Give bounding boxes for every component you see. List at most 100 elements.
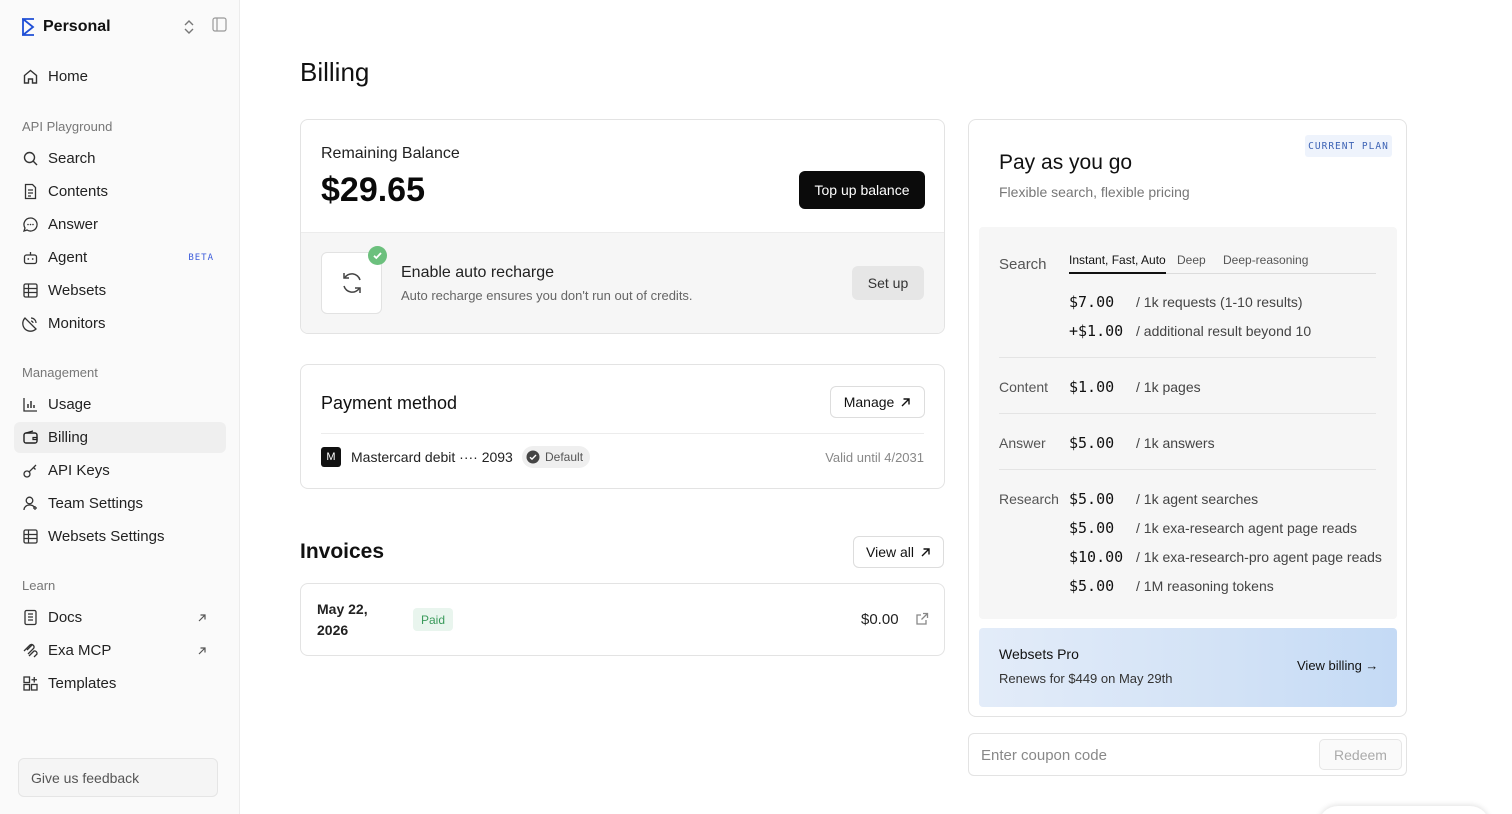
wallet-icon bbox=[23, 430, 38, 444]
divider bbox=[321, 433, 924, 434]
price-description: / 1k agent searches bbox=[1136, 491, 1259, 507]
sidebar-item-answer[interactable]: Answer bbox=[14, 209, 226, 240]
external-link-icon bbox=[198, 646, 206, 654]
workspace-switcher[interactable]: Personal bbox=[20, 16, 230, 38]
price-value: +$1.00 bbox=[1069, 322, 1124, 340]
chat-icon bbox=[22, 217, 38, 233]
exa-logo-icon bbox=[22, 18, 35, 36]
price-description: / 1k exa-research agent page reads bbox=[1136, 520, 1358, 536]
chat-widget[interactable] bbox=[1318, 806, 1490, 814]
section-label-management: Management bbox=[22, 365, 98, 380]
open-external-icon[interactable] bbox=[915, 612, 929, 626]
sidebar-item-label: API Keys bbox=[48, 462, 110, 479]
check-circle-icon bbox=[526, 450, 540, 464]
view-all-invoices-button[interactable]: View all bbox=[853, 536, 944, 568]
search-icon bbox=[23, 151, 38, 166]
websets-pro-banner: Websets Pro Renews for $449 on May 29th … bbox=[979, 628, 1397, 707]
sidebar-item-api-keys[interactable]: API Keys bbox=[14, 455, 226, 486]
price-description: / additional result beyond 10 bbox=[1136, 323, 1312, 339]
invoice-status-badge: Paid bbox=[413, 608, 453, 631]
feedback-button[interactable]: Give us feedback bbox=[18, 758, 218, 797]
sidebar-item-usage[interactable]: Usage bbox=[14, 389, 226, 420]
sidebar-item-docs[interactable]: Docs bbox=[14, 602, 226, 633]
check-icon bbox=[368, 246, 387, 265]
sidebar-item-label: Websets bbox=[48, 282, 107, 299]
plan-card: CURRENT PLAN Pay as you go Flexible sear… bbox=[968, 119, 1407, 717]
sidebar-item-websets-settings[interactable]: Websets Settings bbox=[14, 521, 226, 552]
divider bbox=[999, 413, 1376, 414]
sidebar-item-label: Billing bbox=[48, 429, 89, 446]
pricing-label-research: Research bbox=[999, 491, 1059, 507]
tab-instant-fast-auto[interactable]: Instant, Fast, Auto bbox=[1069, 253, 1166, 274]
arrow-up-right-icon bbox=[921, 547, 930, 556]
invoice-row[interactable]: May 22, 2026 Paid $0.00 bbox=[300, 583, 945, 656]
price-value: $5.00 bbox=[1069, 490, 1115, 508]
invoice-date: May 22, 2026 bbox=[317, 601, 368, 638]
chevron-up-down-icon[interactable] bbox=[182, 18, 196, 36]
page-title: Billing bbox=[300, 57, 370, 87]
robot-icon bbox=[23, 252, 38, 265]
set-up-button[interactable]: Set up bbox=[852, 266, 924, 300]
auto-recharge-title: Enable auto recharge bbox=[401, 264, 554, 281]
card-valid-until: Valid until 4/2031 bbox=[825, 450, 924, 465]
pricing-table: Search Instant, Fast, Auto Deep Deep-rea… bbox=[979, 227, 1397, 619]
price-description: / 1M reasoning tokens bbox=[1136, 578, 1274, 594]
sidebar-item-search[interactable]: Search bbox=[14, 143, 226, 174]
sidebar-item-agent[interactable]: Agent BETA bbox=[14, 242, 226, 273]
sidebar-item-contents[interactable]: Contents bbox=[14, 176, 226, 207]
book-icon bbox=[24, 609, 37, 626]
workspace-name: Personal bbox=[43, 18, 111, 35]
pricing-label-answer: Answer bbox=[999, 435, 1046, 451]
card-name: Mastercard debit ···· 2093 bbox=[351, 449, 513, 465]
tab-deep[interactable]: Deep bbox=[1177, 253, 1206, 274]
sidebar-item-monitors[interactable]: Monitors bbox=[14, 308, 226, 339]
coupon-code-input[interactable] bbox=[981, 744, 1301, 766]
invoices-title: Invoices bbox=[300, 540, 385, 563]
sidebar-item-billing[interactable]: Billing bbox=[14, 422, 226, 453]
view-all-label: View all bbox=[866, 544, 914, 560]
payment-method-card: Payment method Manage M Mastercard debit… bbox=[300, 364, 945, 489]
sidebar-item-label: Contents bbox=[48, 183, 109, 200]
sidebar: Personal Home API Playground Search Cont… bbox=[0, 0, 240, 814]
top-up-balance-button[interactable]: Top up balance bbox=[799, 171, 925, 209]
sidebar-item-label: Usage bbox=[48, 396, 92, 413]
bar-chart-icon bbox=[23, 398, 37, 412]
price-description: / 1k pages bbox=[1136, 379, 1201, 395]
sidebar-item-label: Exa MCP bbox=[48, 642, 112, 659]
refresh-icon bbox=[342, 273, 361, 293]
sidebar-item-label: Search bbox=[48, 150, 96, 167]
sidebar-item-websets[interactable]: Websets bbox=[14, 275, 226, 306]
key-icon bbox=[23, 464, 37, 478]
redeem-button[interactable]: Redeem bbox=[1319, 739, 1402, 770]
sidebar-item-label: Docs bbox=[48, 609, 83, 626]
view-billing-link[interactable]: View billing → bbox=[1297, 658, 1378, 673]
divider bbox=[999, 469, 1376, 470]
manage-label: Manage bbox=[843, 394, 895, 410]
templates-icon bbox=[23, 676, 38, 691]
sidebar-item-exa-mcp[interactable]: Exa MCP bbox=[14, 635, 226, 666]
auto-recharge-section: Enable auto recharge Auto recharge ensur… bbox=[301, 232, 944, 333]
sidebar-collapse-icon[interactable] bbox=[212, 17, 227, 32]
price-value: $10.00 bbox=[1069, 548, 1124, 566]
section-label-learn: Learn bbox=[22, 578, 56, 593]
arrow-up-right-icon bbox=[901, 397, 910, 406]
balance-card: Remaining Balance $29.65 Top up balance … bbox=[300, 119, 945, 334]
sidebar-item-team-settings[interactable]: Team Settings bbox=[14, 488, 226, 519]
websets-pro-title: Websets Pro bbox=[999, 646, 1079, 662]
price-value: $5.00 bbox=[1069, 519, 1115, 537]
price-description: / 1k requests (1-10 results) bbox=[1136, 294, 1303, 310]
table-icon bbox=[23, 529, 38, 544]
sidebar-item-home[interactable]: Home bbox=[14, 61, 226, 92]
price-value: $7.00 bbox=[1069, 293, 1115, 311]
manage-button[interactable]: Manage bbox=[830, 386, 925, 418]
pricing-label-content: Content bbox=[999, 379, 1049, 395]
tab-deep-reasoning[interactable]: Deep-reasoning bbox=[1223, 253, 1308, 274]
payment-method-title: Payment method bbox=[321, 393, 458, 413]
price-value: $5.00 bbox=[1069, 577, 1115, 595]
sidebar-item-label: Team Settings bbox=[48, 495, 144, 512]
price-value: $1.00 bbox=[1069, 378, 1115, 396]
plan-subtitle: Flexible search, flexible pricing bbox=[999, 184, 1190, 200]
sidebar-item-templates[interactable]: Templates bbox=[14, 668, 226, 699]
sidebar-item-label: Agent bbox=[48, 249, 88, 266]
default-label: Default bbox=[545, 450, 584, 464]
